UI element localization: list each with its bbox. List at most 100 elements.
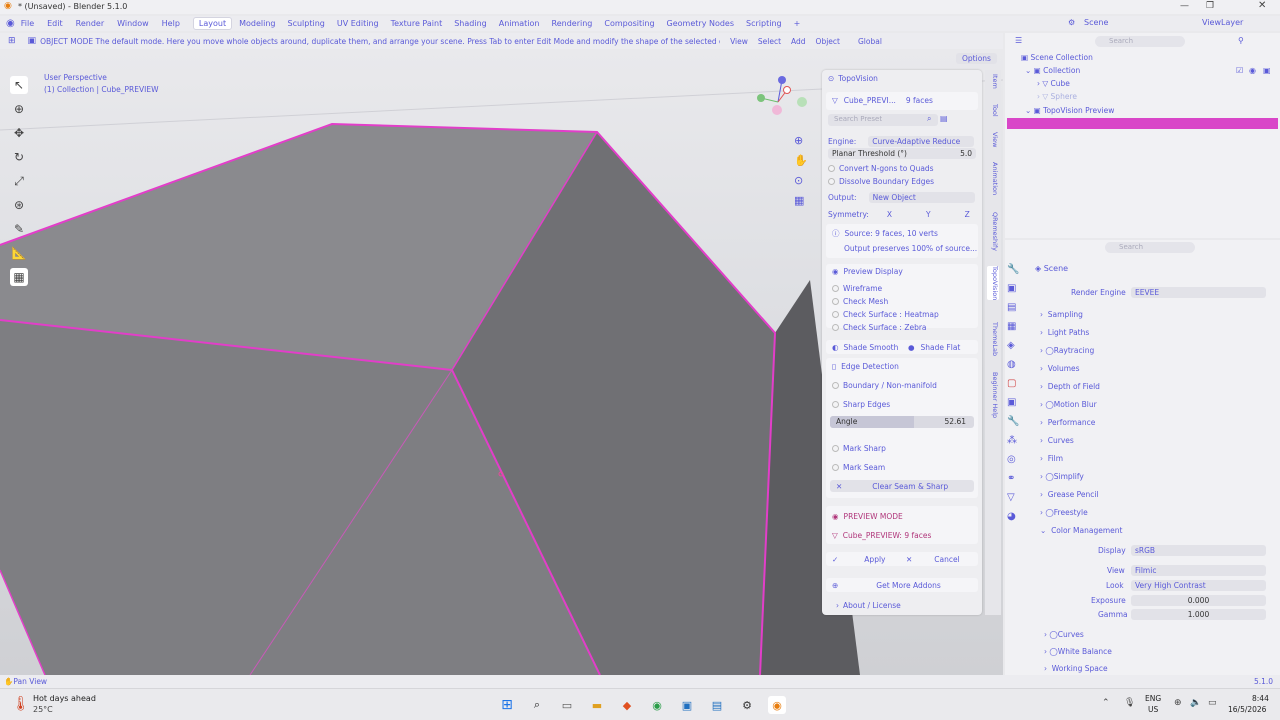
- mode-icon[interactable]: ▣: [28, 36, 37, 46]
- app-icon[interactable]: ⚙: [738, 696, 756, 714]
- scene-name[interactable]: Scene: [1084, 18, 1108, 27]
- outliner-scene-collection[interactable]: ▣ Scene Collection: [1021, 53, 1093, 62]
- blender-menu-icon[interactable]: ◉: [6, 18, 15, 29]
- outliner-collection[interactable]: ⌄ ▣ Collection: [1025, 66, 1080, 75]
- outliner-sphere[interactable]: › ▽ Sphere: [1037, 92, 1077, 101]
- tab-qremeshify[interactable]: QRemeshify: [987, 212, 999, 251]
- render-engine-select[interactable]: EEVEE: [1131, 287, 1266, 298]
- sharp-edges-checkbox[interactable]: Sharp Edges: [832, 398, 980, 411]
- tab-view[interactable]: View: [987, 132, 999, 147]
- clear-seam-button[interactable]: ✕ Clear Seam & Sharp: [830, 480, 974, 492]
- pan-hand-icon[interactable]: ✋: [794, 154, 808, 167]
- section-white-balance[interactable]: › ◯ White Balance: [1044, 647, 1112, 656]
- material-tab-icon[interactable]: ◕: [1007, 507, 1027, 526]
- data-tab-icon[interactable]: ▽: [1007, 488, 1027, 507]
- menu-add[interactable]: Add: [791, 37, 806, 46]
- look-select[interactable]: Very High Contrast: [1131, 580, 1266, 591]
- symmetry-z[interactable]: Z: [965, 210, 970, 219]
- boundary-checkbox[interactable]: Boundary / Non-manifold: [832, 379, 980, 392]
- tab-animation-side[interactable]: Animation: [987, 162, 999, 195]
- modifier-tab-icon[interactable]: 🔧: [1007, 412, 1027, 431]
- add-workspace-icon[interactable]: +: [789, 18, 806, 29]
- output-tab-icon[interactable]: ▤: [1007, 298, 1027, 317]
- panel-header[interactable]: ⊙ TopoVision: [828, 72, 976, 85]
- menu-window[interactable]: Window: [117, 19, 149, 28]
- section-performance[interactable]: › Performance: [1040, 418, 1095, 427]
- folder-app-icon[interactable]: ▣: [678, 696, 696, 714]
- close-icon[interactable]: ✕: [1258, 0, 1266, 11]
- tab-texture-paint[interactable]: Texture Paint: [386, 18, 448, 29]
- weather-title[interactable]: Hot days ahead: [33, 694, 96, 703]
- convert-ngons-checkbox[interactable]: Convert N-gons to Quads: [828, 162, 976, 175]
- brave-browser-icon[interactable]: ◆: [618, 696, 636, 714]
- tab-tool[interactable]: Tool: [987, 104, 999, 117]
- section-volumes[interactable]: › Volumes: [1040, 364, 1080, 373]
- about-license-toggle[interactable]: › About / License: [828, 599, 976, 612]
- section-freestyle[interactable]: › ◯ Freestyle: [1040, 508, 1088, 517]
- start-menu-icon[interactable]: ⊞: [498, 696, 516, 714]
- tab-animation[interactable]: Animation: [494, 18, 545, 29]
- cursor-tool-icon[interactable]: ⊕: [10, 100, 28, 118]
- exposure-field[interactable]: 0.000: [1131, 595, 1266, 606]
- globe-icon[interactable]: ⊕: [1174, 698, 1182, 708]
- tab-modeling[interactable]: Modeling: [234, 18, 280, 29]
- tab-scripting[interactable]: Scripting: [741, 18, 787, 29]
- options-button[interactable]: Options: [956, 53, 997, 64]
- section-light-paths[interactable]: › Light Paths: [1040, 328, 1089, 337]
- battery-icon[interactable]: ▭: [1208, 698, 1217, 708]
- select-tool-icon[interactable]: ↖: [10, 76, 28, 94]
- menu-select[interactable]: Select: [758, 37, 781, 46]
- add-cube-tool-icon[interactable]: ▦: [10, 268, 28, 286]
- zoom-icon[interactable]: ⊕: [794, 134, 803, 147]
- filter-icon[interactable]: ⚲: [1238, 36, 1244, 45]
- object-tab-icon[interactable]: ▣: [1007, 393, 1027, 412]
- chrome-icon[interactable]: ◉: [648, 696, 666, 714]
- maximize-icon[interactable]: ❐: [1206, 1, 1214, 11]
- tab-sculpting[interactable]: Sculpting: [283, 18, 330, 29]
- particles-tab-icon[interactable]: ⁂: [1007, 431, 1027, 450]
- properties-search-input[interactable]: Search: [1105, 242, 1195, 253]
- thermometer-icon[interactable]: 🌡: [12, 696, 30, 712]
- menu-edit[interactable]: Edit: [47, 19, 63, 28]
- tab-topovision[interactable]: TopoVision: [987, 266, 999, 301]
- tab-item[interactable]: Item: [987, 74, 999, 89]
- minimize-icon[interactable]: —: [1180, 1, 1189, 11]
- outliner-selected-row[interactable]: [1007, 118, 1278, 129]
- tool-tab-icon[interactable]: 🔧: [1007, 260, 1027, 279]
- constraints-tab-icon[interactable]: ⚭: [1007, 469, 1027, 488]
- display-select[interactable]: sRGB: [1131, 545, 1266, 556]
- navigation-gizmo[interactable]: [752, 75, 812, 140]
- mark-sharp-checkbox[interactable]: Mark Sharp: [832, 442, 980, 455]
- scene-tab-icon[interactable]: ◈: [1007, 336, 1027, 355]
- menu-file[interactable]: File: [21, 19, 34, 28]
- tab-shading[interactable]: Shading: [449, 18, 492, 29]
- render-camera-icon[interactable]: ▣: [1263, 66, 1271, 75]
- gamma-field[interactable]: 1.000: [1131, 609, 1266, 620]
- menu-view[interactable]: View: [730, 37, 748, 46]
- section-simplify[interactable]: › ◯ Simplify: [1040, 472, 1084, 481]
- section-grease-pencil[interactable]: › Grease Pencil: [1040, 490, 1099, 499]
- section-motion-blur[interactable]: › ◯ Motion Blur: [1040, 400, 1097, 409]
- tab-compositing[interactable]: Compositing: [599, 18, 659, 29]
- section-film[interactable]: › Film: [1040, 454, 1063, 463]
- language-label[interactable]: ENG: [1145, 694, 1161, 703]
- transform-orientation[interactable]: Global: [858, 37, 882, 46]
- tab-layout[interactable]: Layout: [192, 17, 233, 30]
- editor-type-icon[interactable]: ⊞: [8, 36, 16, 46]
- search-icon[interactable]: ⌕: [528, 696, 546, 714]
- symmetry-y[interactable]: Y: [926, 210, 931, 219]
- outliner-editor-icon[interactable]: ☰: [1015, 36, 1022, 45]
- speaker-icon[interactable]: 🔈: [1190, 698, 1201, 708]
- microphone-icon[interactable]: 🎙: [1124, 698, 1135, 708]
- outliner-cube[interactable]: › ▽ Cube: [1037, 79, 1070, 88]
- section-sub-curves[interactable]: › ◯ Curves: [1044, 630, 1084, 639]
- calculator-icon[interactable]: ▤: [708, 696, 726, 714]
- apply-button[interactable]: ✓ Apply: [832, 553, 904, 566]
- section-curves[interactable]: › Curves: [1040, 436, 1074, 445]
- file-explorer-icon[interactable]: ▬: [588, 696, 606, 714]
- check-mesh-checkbox[interactable]: Check Mesh: [832, 295, 980, 308]
- annotate-tool-icon[interactable]: ✎: [10, 220, 28, 238]
- section-depth-of-field[interactable]: › Depth of Field: [1040, 382, 1100, 391]
- ortho-grid-icon[interactable]: ▦: [794, 194, 804, 207]
- checkbox-icon[interactable]: ☑: [1236, 66, 1243, 75]
